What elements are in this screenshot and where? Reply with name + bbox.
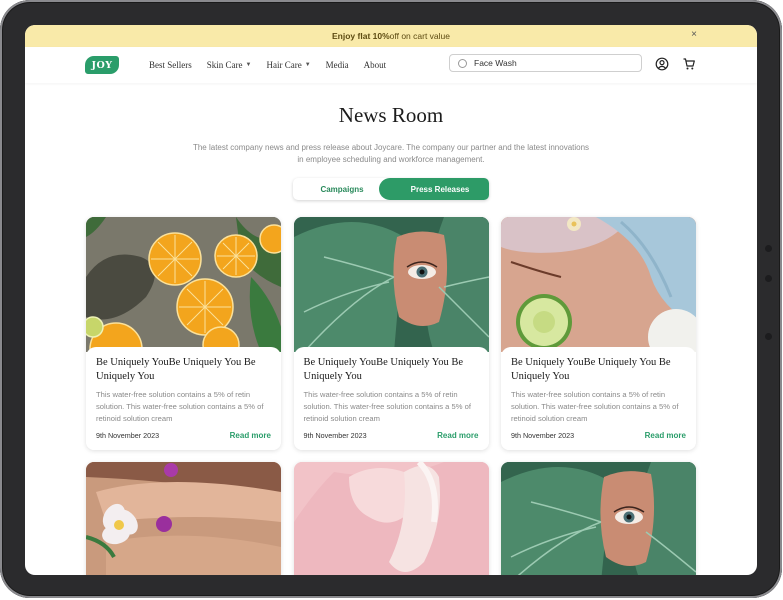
page-title: News Room	[338, 103, 444, 127]
news-grid: Be Uniquely YouBe Uniquely You Be Unique…	[86, 217, 696, 575]
card-image	[86, 217, 281, 352]
hand-cream-illustration	[293, 462, 489, 575]
side-button	[765, 245, 772, 252]
card-footer: 9th November 2023 Read more	[304, 431, 479, 440]
card-body: Be Uniquely YouBe Uniquely You Be Unique…	[86, 347, 281, 450]
card-image	[86, 462, 281, 575]
spa-cucumber-illustration	[501, 217, 696, 352]
card-footer: 9th November 2023 Read more	[96, 431, 271, 440]
menu-label: Hair Care	[266, 60, 302, 70]
user-icon[interactable]	[655, 57, 669, 71]
card-image	[293, 217, 489, 352]
card-image	[501, 462, 696, 575]
side-button	[765, 333, 772, 340]
leaf-eye-illustration	[501, 462, 696, 575]
feet-flower-illustration	[86, 462, 281, 575]
card-body: Be Uniquely YouBe Uniquely You Be Unique…	[501, 347, 696, 450]
subtitle-line: in employee scheduling and workforce man…	[297, 155, 485, 164]
read-more-link[interactable]: Read more	[437, 431, 478, 440]
category-toggle: Campaigns Press Releases	[293, 178, 489, 200]
news-card[interactable]	[86, 462, 281, 575]
news-card[interactable]	[293, 462, 489, 575]
read-more-link[interactable]: Read more	[230, 431, 271, 440]
brand-logo[interactable]: JOY	[85, 56, 119, 74]
side-button	[765, 275, 772, 282]
menu-label: About	[363, 60, 387, 70]
promo-text: off on cart value	[389, 31, 450, 41]
tab-press-releases[interactable]: Press Releases	[391, 178, 489, 200]
news-card[interactable]	[501, 462, 696, 575]
promo-banner: Enjoy flat 10% off on cart value ×	[25, 25, 757, 47]
card-excerpt: This water-free solution contains a 5% o…	[511, 390, 679, 423]
menu-label: Media	[325, 60, 349, 70]
news-card[interactable]: Be Uniquely YouBe Uniquely You Be Unique…	[293, 217, 489, 450]
menu-label: Skin Care	[206, 60, 243, 70]
tab-campaigns[interactable]: Campaigns	[293, 178, 391, 200]
close-icon[interactable]: ×	[691, 29, 697, 40]
card-title: Be Uniquely YouBe Uniquely You Be Unique…	[96, 357, 256, 382]
cart-icon[interactable]	[682, 57, 696, 71]
tablet-frame: Enjoy flat 10% off on cart value × JOY B…	[0, 0, 782, 598]
menu-item-hair-care[interactable]: Hair Care ▼	[266, 60, 310, 70]
card-date: 9th November 2023	[303, 431, 367, 440]
search-icon	[458, 58, 467, 68]
main-menu: Best Sellers Skin Care ▼ Hair Care ▼ Media…	[149, 60, 386, 70]
screen: Enjoy flat 10% off on cart value × JOY B…	[25, 25, 757, 575]
leaf-eye-illustration	[293, 217, 489, 352]
page-subtitle: The latest company news and press releas…	[181, 142, 601, 166]
card-title: Be Uniquely YouBe Uniquely You Be Unique…	[511, 357, 671, 382]
search-box[interactable]	[449, 54, 642, 72]
menu-item-best-sellers[interactable]: Best Sellers	[149, 60, 192, 70]
menu-item-media[interactable]: Media	[326, 60, 349, 70]
chevron-down-icon: ▼	[304, 62, 311, 68]
menu-item-about[interactable]: About	[364, 60, 387, 70]
card-date: 9th November 2023	[96, 431, 160, 440]
chevron-down-icon: ▼	[245, 62, 252, 68]
promo-bold-text: Enjoy flat 10%	[332, 31, 390, 41]
menu-label: Best Sellers	[149, 60, 192, 70]
news-card[interactable]: Be Uniquely YouBe Uniquely You Be Unique…	[501, 217, 696, 450]
citrus-illustration	[86, 217, 281, 352]
read-more-link[interactable]: Read more	[645, 431, 686, 440]
hero-section: News Room The latest company news and pr…	[25, 103, 757, 200]
search-input[interactable]	[474, 58, 624, 68]
card-date: 9th November 2023	[511, 431, 575, 440]
navbar: JOY Best Sellers Skin Care ▼ Hair Care ▼ M…	[25, 47, 757, 83]
card-excerpt: This water-free solution contains a 5% o…	[96, 390, 264, 423]
card-excerpt: This water-free solution contains a 5% o…	[303, 390, 471, 423]
menu-item-skin-care[interactable]: Skin Care ▼	[207, 60, 252, 70]
news-card[interactable]: Be Uniquely YouBe Uniquely You Be Unique…	[86, 217, 281, 450]
card-footer: 9th November 2023 Read more	[511, 431, 686, 440]
card-image	[501, 217, 696, 352]
card-image	[293, 462, 489, 575]
card-title: Be Uniquely YouBe Uniquely You Be Unique…	[303, 357, 464, 382]
card-body: Be Uniquely YouBe Uniquely You Be Unique…	[293, 347, 489, 450]
subtitle-line: The latest company news and press releas…	[192, 143, 590, 152]
